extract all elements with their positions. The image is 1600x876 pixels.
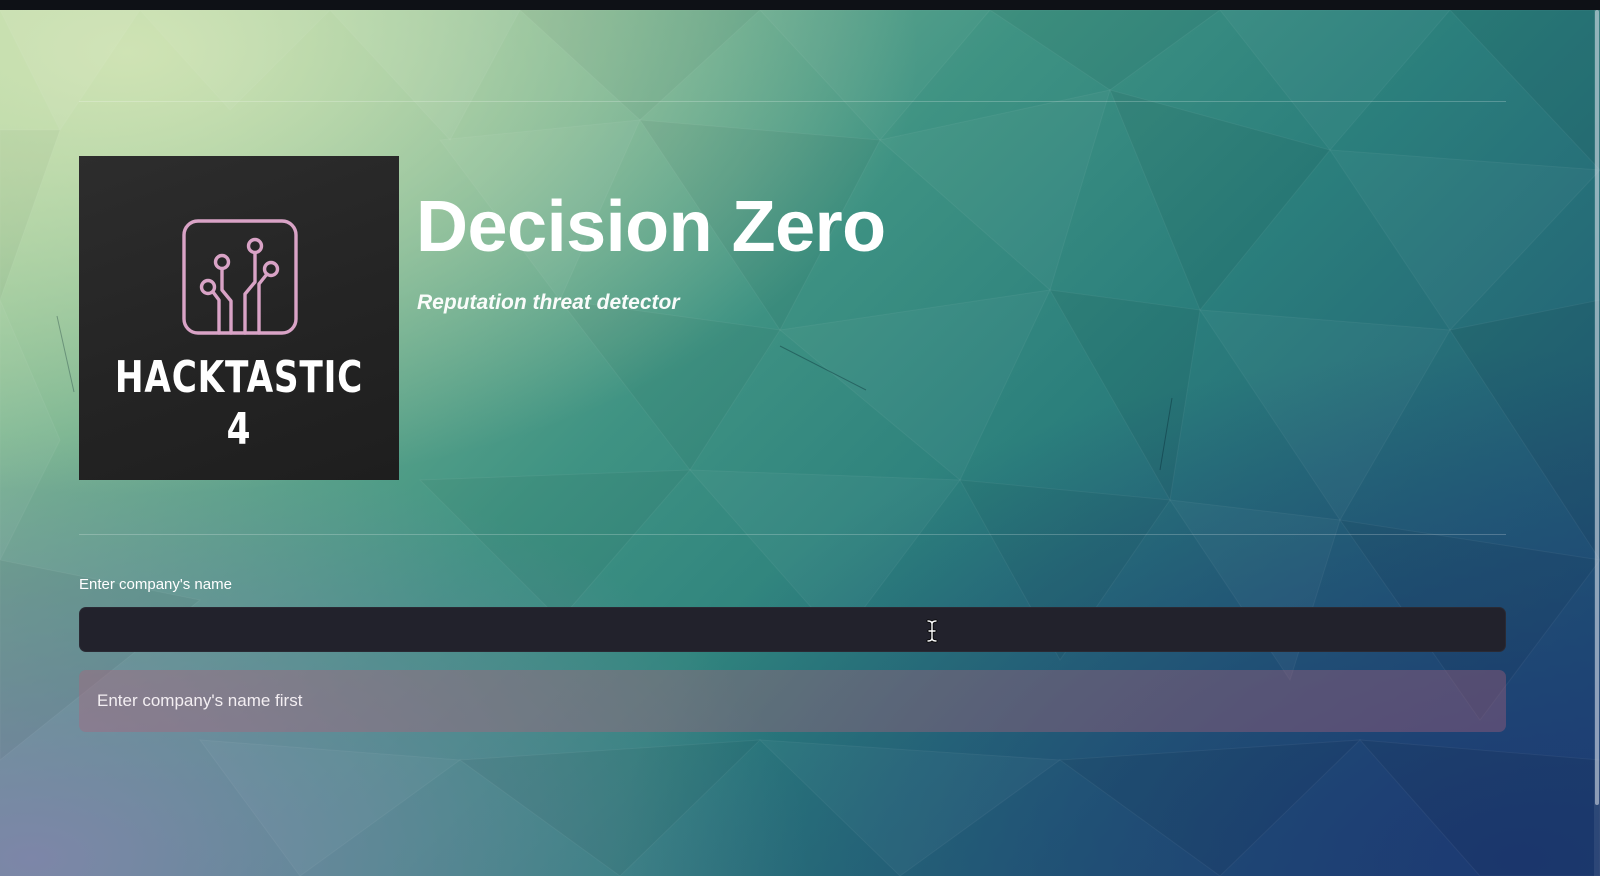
hacktastic-logo: HACKTASTIC 4	[79, 156, 399, 480]
app-page: HACKTASTIC 4 Decision Zero Reputation th…	[0, 0, 1600, 876]
top-divider	[79, 101, 1506, 102]
text-cursor-icon	[926, 619, 938, 643]
browser-top-bar	[0, 0, 1600, 10]
page-subtitle: Reputation threat detector	[417, 291, 680, 314]
error-alert: Enter company's name first	[79, 670, 1506, 732]
company-name-input[interactable]	[79, 607, 1506, 652]
alert-message: Enter company's name first	[97, 691, 303, 710]
logo-wordmark: HACKTASTIC 4	[114, 352, 364, 455]
company-name-label: Enter company's name	[79, 576, 232, 593]
section-divider	[79, 534, 1506, 535]
page-title: Decision Zero	[416, 187, 886, 267]
scrollbar-thumb[interactable]	[1595, 10, 1599, 805]
